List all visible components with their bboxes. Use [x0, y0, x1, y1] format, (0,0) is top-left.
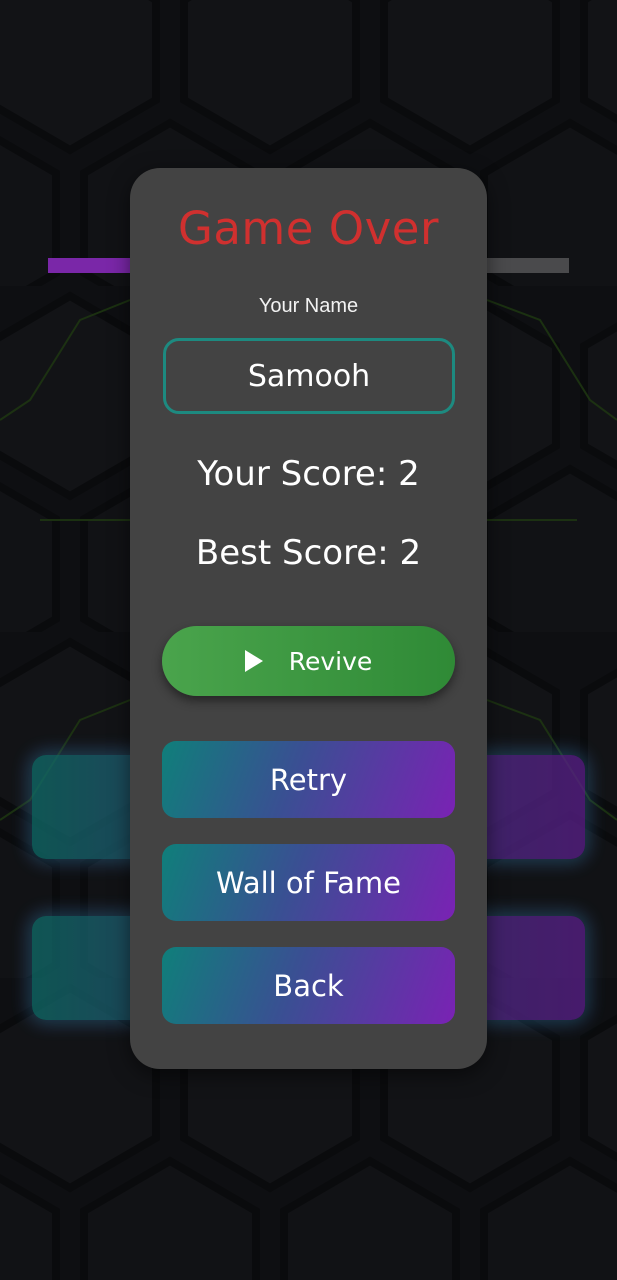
game-over-dialog: Game Over Your Name Your Score: 2 Best S…	[130, 168, 487, 1069]
your-score-text: Your Score: 2	[197, 454, 420, 494]
retry-label: Retry	[269, 762, 348, 797]
wall-of-fame-button[interactable]: Wall of Fame	[162, 844, 455, 921]
revive-label: Revive	[288, 646, 373, 676]
dialog-title: Game Over	[177, 202, 439, 255]
game-screen: Game Over Your Name Your Score: 2 Best S…	[0, 0, 617, 1280]
best-score-text: Best Score: 2	[195, 533, 422, 573]
play-icon	[244, 650, 263, 672]
back-label: Back	[273, 968, 344, 1003]
revive-button[interactable]: Revive	[162, 626, 455, 696]
name-label: Your Name	[258, 295, 359, 317]
background-progress-bar	[48, 258, 138, 273]
wall-of-fame-label: Wall of Fame	[216, 865, 401, 900]
background-progress-track	[480, 258, 569, 273]
back-button[interactable]: Back	[162, 947, 455, 1024]
player-name-input[interactable]	[163, 338, 455, 414]
retry-button[interactable]: Retry	[162, 741, 455, 818]
